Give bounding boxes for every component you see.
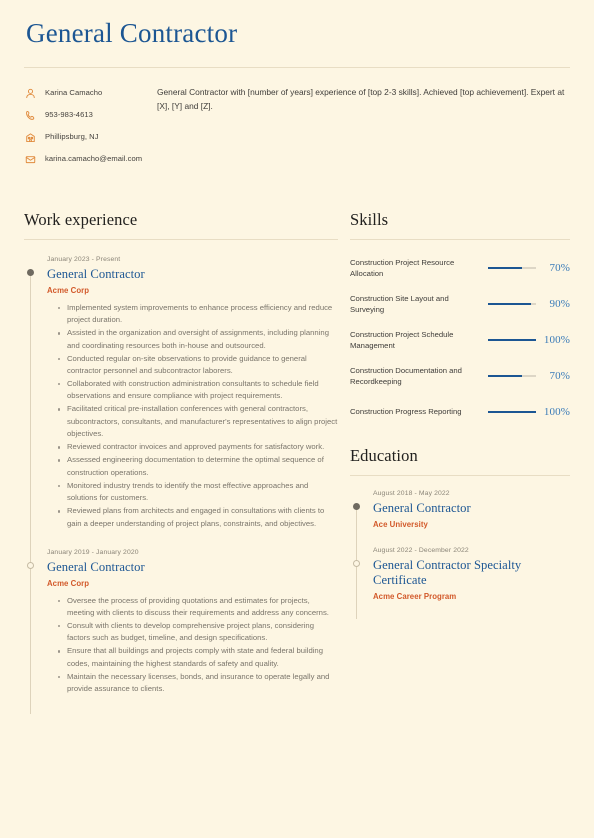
resume-page: General Contractor Karina Camacho 953-983…: [0, 0, 594, 838]
skill-progress-fill: [488, 410, 536, 413]
skill-label: Construction Progress Reporting: [350, 407, 462, 417]
work-bullet: Monitored industry trends to identify th…: [58, 480, 338, 505]
education-entry-date: August 2022 - December 2022: [373, 546, 469, 554]
contact-value: Karina Camacho: [45, 88, 103, 98]
work-bullet: Consult with clients to develop comprehe…: [58, 620, 338, 645]
education-entry-institution: Acme Career Program: [373, 592, 457, 602]
work-entry-role: General Contractor: [47, 559, 145, 574]
education-entry-degree: General Contractor Specialty Certificate: [373, 557, 522, 588]
skill-row: Construction Project Resource Allocation…: [350, 256, 570, 280]
skill-label: Construction Documentation and Recordkee…: [350, 365, 462, 386]
skill-percent: 100%: [543, 405, 570, 418]
skill-progress-fill: [488, 302, 532, 305]
skill-progress-fill: [488, 374, 522, 377]
contact-row: Karina Camacho: [24, 86, 152, 100]
building-icon: [24, 131, 37, 144]
work-bullet: Reviewed contractor invoices and approve…: [58, 441, 338, 453]
professional-summary: General Contractor with [number of years…: [157, 87, 565, 111]
skill-label: Construction Site Layout and Surveying: [350, 293, 449, 314]
page-title: General Contractor: [26, 18, 238, 48]
work-entry-role: General Contractor: [47, 267, 145, 281]
skill-progress-bar: [488, 338, 536, 341]
work-experience-timeline: January 2023 - Present General Contractor…: [24, 255, 338, 715]
work-bullet-list: Implemented system improvements to enhan…: [47, 302, 338, 530]
work-bullet: Collaborated with construction administr…: [58, 378, 338, 403]
education-entry-institution: Ace University: [373, 520, 428, 530]
work-bullet: Assessed engineering documentation to de…: [58, 454, 338, 479]
contact-value: Phillipsburg, NJ: [45, 132, 99, 142]
work-bullet: Facilitated critical pre-installation co…: [58, 403, 338, 440]
education-entry: August 2022 - December 2022 General Contr…: [352, 546, 570, 619]
email-icon: [24, 153, 37, 166]
skill-progress-fill: [488, 338, 536, 341]
education-block: Education August 2018 - May 2022 General …: [350, 446, 570, 619]
work-bullet-list: Oversee the process of providing quotati…: [47, 595, 338, 696]
contact-row: 953-983-4613: [24, 108, 152, 122]
skill-percent: 100%: [543, 333, 570, 346]
skill-progress-fill: [488, 266, 522, 269]
education-entry: August 2018 - May 2022 General Contractor…: [352, 489, 570, 547]
work-entry-date: January 2023 - Present: [47, 255, 121, 263]
work-experience-entry: January 2023 - Present General Contractor…: [26, 255, 338, 549]
skill-percent: 70%: [549, 261, 570, 274]
skill-progress-bar: [488, 374, 536, 377]
timeline-marker: [26, 561, 34, 569]
work-bullet: Conducted regular on-site observations t…: [58, 353, 338, 378]
timeline-marker: [26, 268, 34, 276]
skills-divider: [350, 238, 570, 240]
skill-label: Construction Project Schedule Management: [350, 329, 454, 350]
work-bullet: Implemented system improvements to enhan…: [58, 302, 338, 327]
skill-row: Construction Documentation and Recordkee…: [350, 364, 570, 388]
work-bullet: Assisted in the organization and oversig…: [58, 327, 338, 352]
contact-row: Phillipsburg, NJ: [24, 130, 152, 144]
contact-value: 953-983-4613: [45, 110, 93, 120]
work-experience-entry: January 2019 - January 2020 General Contr…: [26, 548, 338, 715]
skill-row: Construction Project Schedule Management…: [350, 328, 570, 352]
timeline-marker: [352, 502, 360, 510]
left-column: Work experience January 2023 - Present Ge…: [24, 210, 346, 715]
right-column: Skills Construction Project Resource All…: [346, 210, 570, 619]
phone-icon: [24, 109, 37, 122]
skill-progress-bar: [488, 302, 536, 305]
skill-label: Construction Project Resource Allocation: [350, 257, 455, 278]
work-bullet: Ensure that all buildings and projects c…: [58, 645, 338, 670]
work-bullet: Reviewed plans from architects and engag…: [58, 505, 338, 530]
body-columns: Work experience January 2023 - Present Ge…: [24, 210, 570, 715]
education-entry-date: August 2018 - May 2022: [373, 489, 450, 497]
header-body: Karina Camacho 953-983-4613 Phillipsburg, …: [24, 85, 570, 174]
timeline-marker: [352, 559, 360, 567]
person-icon: [24, 87, 37, 100]
contact-row: karina.camacho@email.com: [24, 152, 152, 166]
header-divider: [24, 67, 570, 69]
work-entry-date: January 2019 - January 2020: [47, 548, 139, 556]
work-entry-company: Acme Corp: [47, 579, 90, 589]
skill-row: Construction Progress Reporting 100%: [350, 400, 570, 424]
skill-row: Construction Site Layout and Surveying 90…: [350, 292, 570, 316]
work-entry-company: Acme Corp: [47, 286, 90, 296]
work-experience-heading: Work experience: [24, 210, 138, 230]
skill-progress-bar: [488, 410, 536, 413]
education-divider: [350, 474, 570, 476]
skill-percent: 90%: [549, 297, 570, 310]
work-experience-divider: [24, 238, 338, 240]
skill-progress-bar: [488, 266, 536, 269]
skills-heading: Skills: [350, 210, 389, 230]
education-timeline: August 2018 - May 2022 General Contractor…: [350, 490, 570, 619]
work-bullet: Maintain the necessary licenses, bonds, …: [58, 671, 338, 696]
skills-list: Construction Project Resource Allocation…: [350, 256, 570, 424]
skill-percent: 70%: [549, 369, 570, 382]
work-bullet: Oversee the process of providing quotati…: [58, 595, 338, 620]
contact-value: karina.camacho@email.com: [45, 154, 143, 164]
contact-list: Karina Camacho 953-983-4613 Phillipsburg, …: [24, 85, 152, 174]
education-heading: Education: [350, 445, 418, 465]
education-entry-degree: General Contractor: [373, 500, 471, 515]
